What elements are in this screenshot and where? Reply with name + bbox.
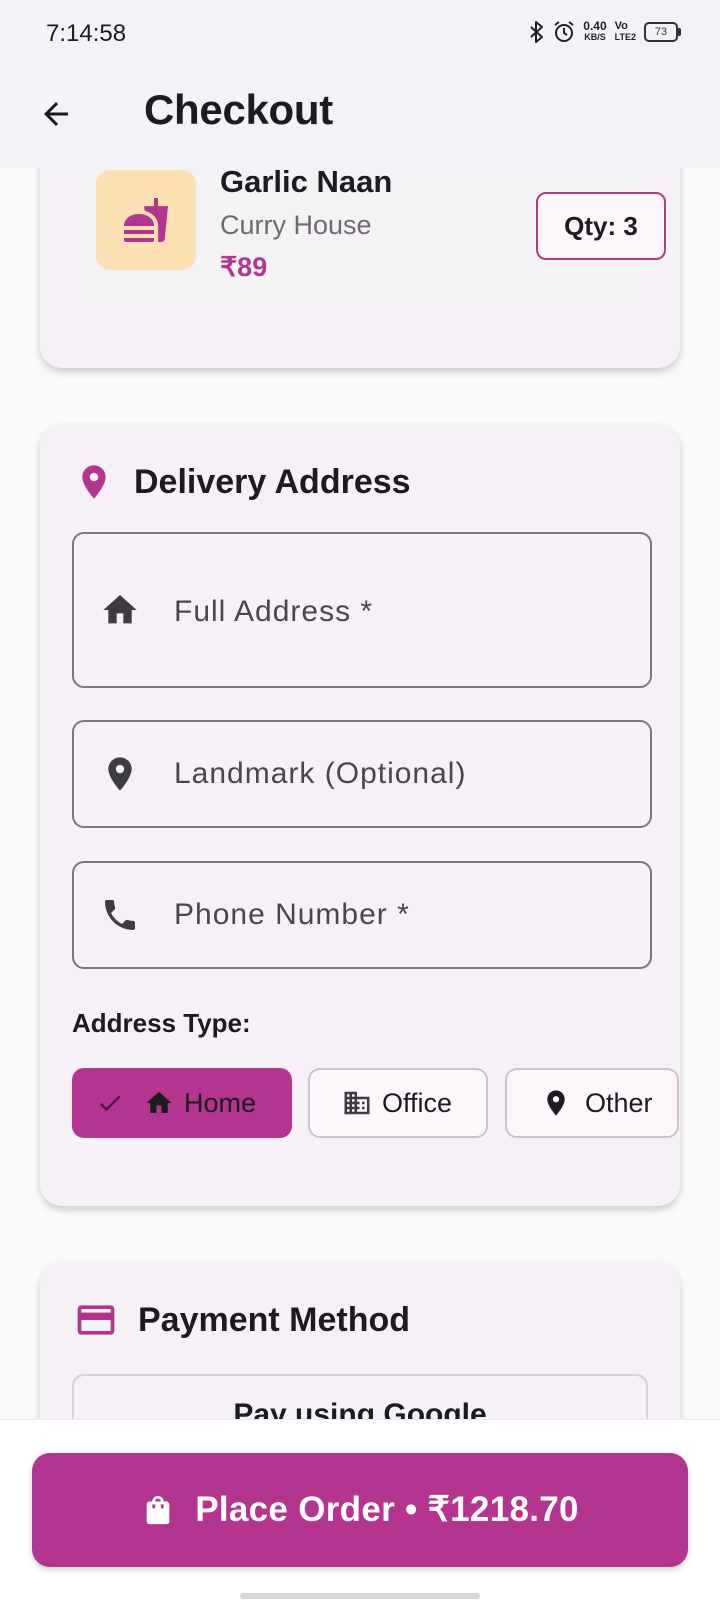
home-icon xyxy=(146,1091,172,1113)
quantity-badge: Qty: 3 xyxy=(536,192,666,260)
volte-indicator: Vo LTE2 xyxy=(614,20,636,43)
bottom-action-bar: Place Order • ₹1218.70 xyxy=(0,1419,720,1601)
item-price: ₹89 xyxy=(220,252,268,282)
address-type-label: Address Type: xyxy=(72,1008,251,1038)
phone-icon xyxy=(98,893,142,937)
chip-label-home: Home xyxy=(184,1087,257,1118)
status-bar: 7:14:58 0.40 KB/S Vo LTE2 73 xyxy=(0,0,720,70)
shopping-bag-icon xyxy=(146,1495,170,1525)
credit-card-icon xyxy=(77,1305,115,1335)
status-icons: 0.40 KB/S Vo LTE2 73 xyxy=(529,19,681,44)
phone-number-field[interactable] xyxy=(72,861,652,969)
battery-icon: 73 xyxy=(644,22,681,42)
delivery-address-card: Delivery Address Address Type: Home Offi… xyxy=(40,424,680,1206)
location-pin-icon xyxy=(98,752,142,796)
back-button[interactable] xyxy=(34,92,78,136)
page-title: Checkout xyxy=(144,86,333,133)
fastfood-icon xyxy=(124,198,168,242)
business-icon xyxy=(344,1091,370,1115)
app-bar: Checkout xyxy=(0,70,720,168)
home-indicator[interactable] xyxy=(240,1593,480,1599)
bluetooth-icon xyxy=(529,20,545,44)
home-icon xyxy=(98,588,142,632)
delivery-section-header: Delivery Address xyxy=(74,454,411,510)
address-type-home-chip[interactable]: Home xyxy=(72,1068,292,1138)
item-restaurant: Curry House xyxy=(220,210,372,240)
place-order-button[interactable]: Place Order • ₹1218.70 xyxy=(32,1453,688,1567)
address-type-office-chip[interactable]: Office xyxy=(308,1068,488,1138)
arrow-back-icon xyxy=(44,102,68,126)
landmark-input[interactable] xyxy=(174,754,630,794)
status-time: 7:14:58 xyxy=(46,20,127,47)
landmark-field[interactable] xyxy=(72,720,652,828)
payment-section-title: Payment Method xyxy=(138,1300,411,1339)
chip-label-office: Office xyxy=(382,1087,453,1118)
check-icon xyxy=(99,1095,121,1112)
payment-section-header: Payment Method xyxy=(74,1292,410,1348)
full-address-input[interactable] xyxy=(174,592,630,632)
cart-item: Garlic Naan Curry House ₹89 Qty: 3 xyxy=(72,162,666,310)
full-address-field[interactable] xyxy=(72,532,652,688)
delivery-section-title: Delivery Address xyxy=(134,462,411,501)
chip-label-other: Other xyxy=(585,1087,653,1118)
alarm-icon xyxy=(553,20,575,44)
location-pin-icon xyxy=(82,465,106,499)
place-order-label: Place Order • ₹1218.70 xyxy=(195,1490,579,1529)
item-thumbnail xyxy=(96,170,196,270)
item-name: Garlic Naan xyxy=(220,164,393,199)
phone-number-input[interactable] xyxy=(174,895,630,935)
address-type-other-chip[interactable]: Other xyxy=(505,1068,679,1138)
location-pin-icon xyxy=(547,1090,565,1116)
network-speed: 0.40 KB/S xyxy=(583,19,607,42)
